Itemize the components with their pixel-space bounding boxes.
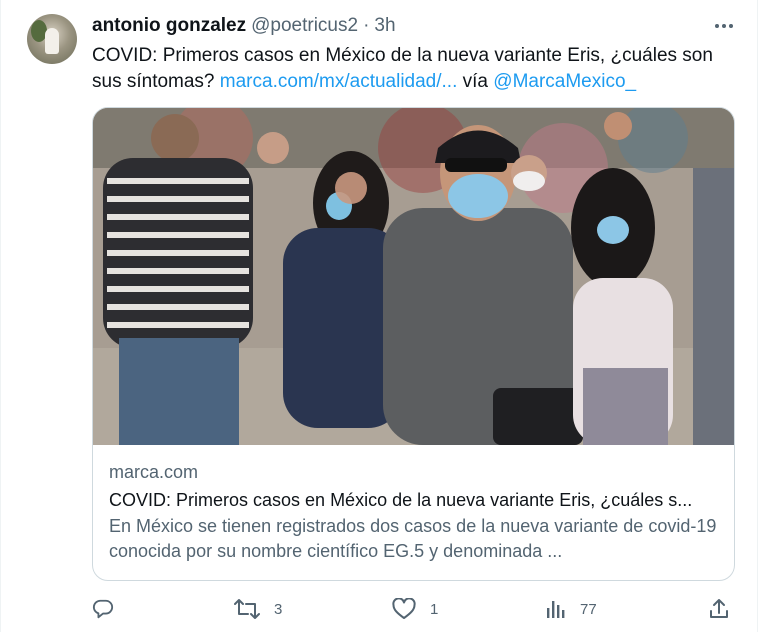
card-domain: marca.com [109, 462, 199, 482]
more-icon[interactable] [709, 14, 739, 38]
user-handle[interactable]: @poetricus2 [251, 15, 358, 37]
views-count: 77 [580, 600, 597, 618]
avatar-figure [45, 28, 59, 54]
share-icon [710, 599, 728, 618]
card-title: COVID: Primeros casos en México de la nu… [109, 490, 693, 510]
like-icon [392, 598, 416, 619]
mention-link[interactable]: @MarcaMexico_ [493, 71, 636, 92]
tweet-header: antonio gonzalez @poetricus2 · 3h [92, 14, 396, 38]
retweet-button[interactable]: 3 [234, 596, 282, 622]
avatar[interactable] [27, 14, 77, 64]
card-body: marca.com COVID: Primeros casos en Méxic… [109, 460, 719, 564]
link-card[interactable]: marca.com COVID: Primeros casos en Méxic… [92, 107, 735, 581]
like-count: 1 [430, 600, 439, 618]
reply-button[interactable] [92, 596, 128, 622]
like-button[interactable]: 1 [392, 596, 438, 622]
separator-dot: · [363, 15, 370, 36]
card-image[interactable] [93, 108, 734, 445]
article-link[interactable]: marca.com/mx/actualidad/... [220, 71, 458, 92]
crowd-photo [93, 108, 734, 445]
retweet-icon [234, 599, 260, 619]
action-bar: 3 1 77 [92, 596, 732, 622]
views-button[interactable]: 77 [546, 596, 597, 622]
reply-icon [92, 599, 114, 619]
via-text: vía [457, 71, 494, 92]
tweet[interactable]: antonio gonzalez @poetricus2 · 3h COVID:… [0, 0, 758, 632]
views-icon [547, 601, 565, 618]
card-description: En México se tienen registrados dos caso… [109, 516, 717, 561]
display-name[interactable]: antonio gonzalez [92, 15, 246, 37]
tweet-text: COVID: Primeros casos en México de la nu… [92, 43, 722, 95]
share-button[interactable] [708, 596, 730, 622]
timestamp[interactable]: 3h [374, 15, 395, 37]
retweet-count: 3 [274, 600, 283, 618]
